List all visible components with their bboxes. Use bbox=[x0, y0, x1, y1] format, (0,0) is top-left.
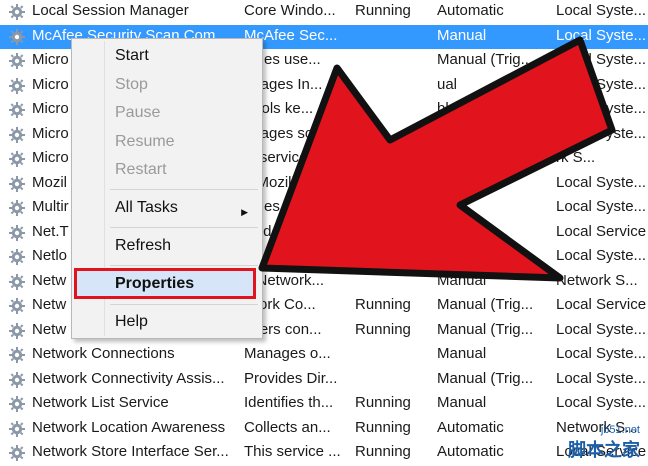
watermark-logo-text: 脚本之家 bbox=[568, 440, 640, 461]
red-arrow-icon bbox=[258, 36, 616, 282]
watermark: jb51.net 脚本之家 bbox=[568, 424, 640, 462]
watermark-url: jb51.net bbox=[600, 424, 640, 436]
